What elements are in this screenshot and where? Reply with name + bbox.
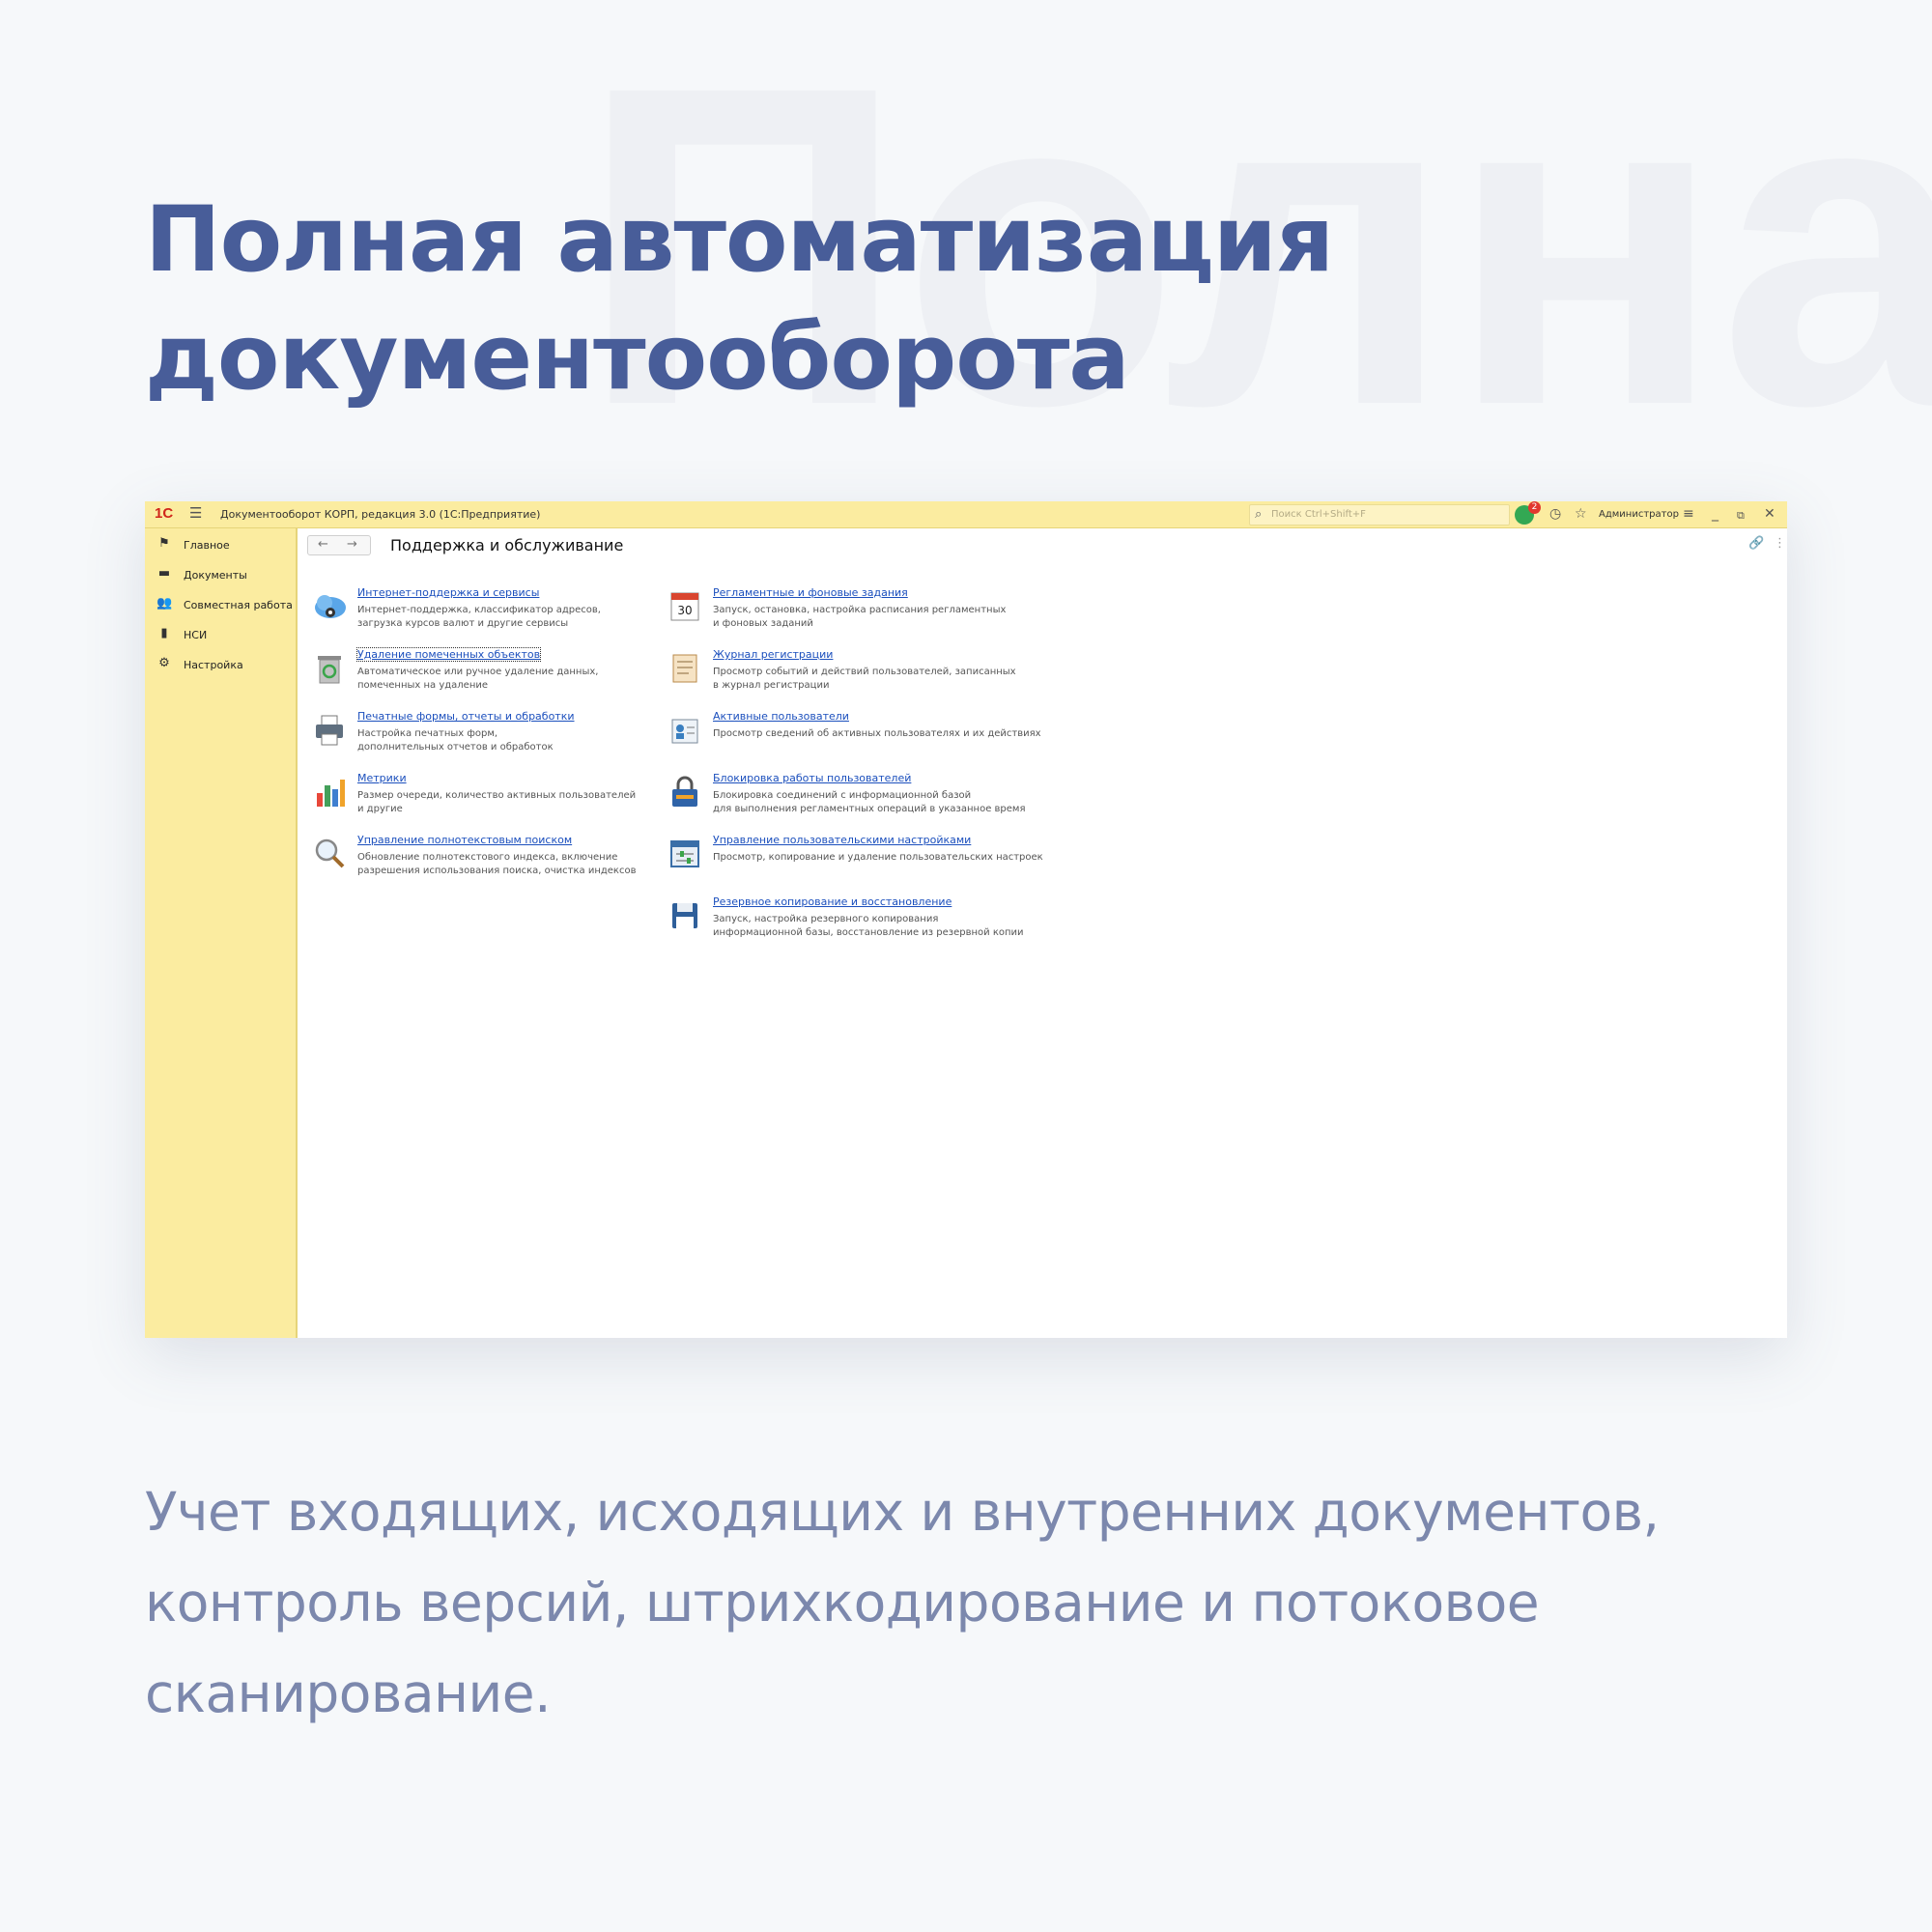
fulltext-search-link[interactable]: Управление полнотекстовым поиском	[357, 834, 572, 846]
calendar-icon: 30	[670, 592, 699, 621]
list-item: Удаление помеченных объектов Автоматичес…	[311, 647, 659, 698]
metrics-link[interactable]: Метрики	[357, 772, 407, 784]
list-item: Управление полнотекстовым поиском Обновл…	[311, 834, 659, 884]
headline: Полная автоматизация документооборота	[145, 187, 1334, 411]
sidebar-item-collaboration[interactable]: 👥 Совместная работа	[156, 596, 296, 615]
flag-icon: ⚑	[158, 536, 170, 551]
sidebar-item-nsi[interactable]: ▮ НСИ	[156, 626, 296, 645]
item-description: Запуск, остановка, настройка расписания …	[713, 605, 1007, 629]
list-item: 30 Регламентные и фоновые задания Запуск…	[667, 586, 1014, 637]
forward-arrow-icon[interactable]: →	[347, 537, 357, 552]
item-description: Блокировка соединений с информационной б…	[713, 790, 1026, 814]
delete-marked-objects-link[interactable]: Удаление помеченных объектов	[355, 647, 542, 662]
more-options-icon[interactable]: ⋮	[1774, 536, 1786, 551]
sidebar-item-label: Главное	[184, 539, 230, 552]
hamburger-icon[interactable]: ☰	[189, 504, 202, 522]
restore-icon[interactable]: ⧉	[1737, 508, 1745, 524]
sidebar: ⚑ Главное ▬ Документы 👥 Совместная работ…	[145, 528, 298, 1338]
block-users-link[interactable]: Блокировка работы пользователей	[713, 772, 911, 784]
list-item: Метрики Размер очереди, количество актив…	[311, 772, 659, 822]
list-item: Резервное копирование и восстановление З…	[667, 895, 1024, 946]
item-description: Просмотр, копирование и удаление пользов…	[713, 852, 1043, 863]
search-icon: ⌕	[1255, 507, 1263, 522]
item-description: Обновление полнотекстового индекса, вклю…	[357, 852, 637, 876]
window-title: Документооборот КОРП, редакция 3.0 (1С:П…	[220, 508, 541, 521]
book-icon: ▮	[160, 626, 168, 640]
recycle-bin-icon	[318, 656, 341, 684]
active-users-link[interactable]: Активные пользователи	[713, 710, 849, 723]
item-description: Просмотр сведений об активных пользовате…	[713, 728, 1041, 739]
list-item: Журнал регистрации Просмотр событий и де…	[667, 648, 1016, 698]
user-settings-link[interactable]: Управление пользовательскими настройками	[713, 834, 971, 846]
magnifier-icon	[315, 838, 345, 868]
back-arrow-icon[interactable]: ←	[318, 537, 328, 552]
notification-badge: 2	[1528, 501, 1541, 514]
calendar-day: 30	[677, 604, 692, 617]
close-icon[interactable]: ✕	[1764, 506, 1776, 522]
list-item: Печатные формы, отчеты и обработки Настр…	[311, 710, 659, 760]
list-item: Блокировка работы пользователей Блокиров…	[667, 772, 1025, 822]
user-name[interactable]: Администратор	[1599, 509, 1679, 520]
backup-restore-link[interactable]: Резервное копирование и восстановление	[713, 895, 952, 908]
navigation-buttons: ← →	[307, 535, 371, 555]
main-content: ← → Поддержка и обслуживание 🔗 ⋮ Интерне…	[299, 528, 1787, 1338]
minimize-icon[interactable]: _	[1712, 506, 1719, 522]
scheduled-jobs-link[interactable]: Регламентные и фоновые задания	[713, 586, 908, 599]
item-description: Размер очереди, количество активных поль…	[357, 790, 637, 814]
list-item: Активные пользователи Просмотр сведений …	[667, 710, 1041, 760]
gear-icon: ⚙	[158, 656, 170, 670]
print-forms-link[interactable]: Печатные формы, отчеты и обработки	[357, 710, 575, 723]
settings-menu-icon[interactable]: ≡	[1683, 506, 1694, 522]
star-icon[interactable]: ☆	[1575, 506, 1587, 522]
sidebar-item-label: Совместная работа	[184, 599, 293, 611]
printer-icon	[316, 715, 343, 746]
internet-support-link[interactable]: Интернет-поддержка и сервисы	[357, 586, 539, 599]
item-description: Интернет-поддержка, классификатор адресо…	[357, 605, 601, 629]
sidebar-item-settings[interactable]: ⚙ Настройка	[156, 656, 296, 675]
sidebar-item-main[interactable]: ⚑ Главное	[156, 536, 296, 555]
event-log-link[interactable]: Журнал регистрации	[713, 648, 833, 661]
list-item: Управление пользовательскими настройками…	[667, 834, 1043, 884]
settings-panel-icon	[670, 840, 699, 867]
item-description: Настройка печатных форм, дополнительных …	[357, 728, 554, 753]
folder-icon: ▬	[157, 566, 171, 581]
app-logo: 1С	[155, 505, 174, 522]
app-screenshot: 1С ☰ Документооборот КОРП, редакция 3.0 …	[145, 501, 1787, 1338]
user-card-icon	[671, 719, 698, 744]
sidebar-item-documents[interactable]: ▬ Документы	[156, 566, 296, 585]
title-bar: 1С ☰ Документооборот КОРП, редакция 3.0 …	[145, 501, 1787, 528]
lock-icon	[672, 776, 697, 807]
search-placeholder: Поиск Ctrl+Shift+F	[1271, 509, 1366, 520]
sidebar-item-label: НСИ	[184, 629, 208, 641]
page-title: Поддержка и обслуживание	[390, 536, 624, 554]
link-icon[interactable]: 🔗	[1748, 536, 1764, 551]
sidebar-item-label: Документы	[184, 569, 247, 582]
item-description: Запуск, настройка резервного копирования…	[713, 914, 1024, 938]
sidebar-item-label: Настройка	[184, 659, 243, 671]
description-text: Учет входящих, исходящих и внутренних до…	[145, 1481, 1660, 1724]
users-icon: 👥	[156, 596, 173, 611]
history-icon[interactable]: ◷	[1549, 506, 1561, 522]
floppy-disk-icon	[672, 903, 697, 928]
item-description: Автоматическое или ручное удаление данны…	[357, 667, 599, 691]
search-input[interactable]: ⌕ Поиск Ctrl+Shift+F	[1249, 504, 1510, 526]
bar-chart-icon	[317, 780, 345, 807]
journal-icon	[672, 654, 697, 683]
item-description: Просмотр событий и действий пользователе…	[713, 667, 1016, 691]
list-item: Интернет-поддержка и сервисы Интернет-по…	[311, 586, 659, 637]
cloud-gear-icon	[315, 595, 346, 618]
